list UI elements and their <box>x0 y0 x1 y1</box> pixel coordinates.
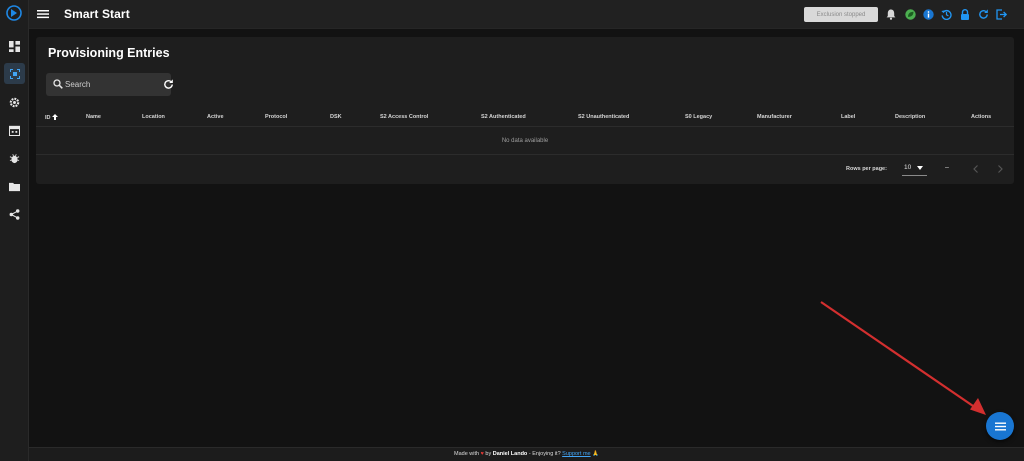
menu-icon[interactable] <box>37 8 49 20</box>
column-header-actions: Actions <box>971 114 992 120</box>
folder-icon <box>9 182 20 192</box>
settings-icon <box>9 97 20 108</box>
empty-table-message: No data available <box>36 128 1014 155</box>
sidebar-item-scheduler[interactable] <box>4 120 25 141</box>
calendar-icon <box>9 125 20 136</box>
page-title: Smart Start <box>64 7 130 21</box>
previous-page-icon[interactable] <box>972 165 979 173</box>
sidebar <box>0 0 29 461</box>
column-header-name[interactable]: Name <box>86 114 101 120</box>
exclusion-stopped-button[interactable]: Exclusion stopped <box>804 7 878 22</box>
column-header-s2-access-control[interactable]: S2 Access Control <box>380 114 428 120</box>
sidebar-item-control-panel[interactable] <box>4 36 25 57</box>
dropdown-arrow-icon <box>917 166 923 170</box>
support-link[interactable]: Support me <box>562 451 590 457</box>
app-logo-icon[interactable] <box>5 4 23 22</box>
sidebar-item-debug[interactable] <box>4 148 25 169</box>
page-footer: Made with ♥ by Daniel Lando - Enjoying i… <box>29 447 1024 461</box>
column-header-location[interactable]: Location <box>142 114 165 120</box>
column-header-s0-legacy[interactable]: S0 Legacy <box>685 114 712 120</box>
share-icon <box>9 209 20 220</box>
column-header-dsk[interactable]: DSK <box>330 114 342 120</box>
history-icon[interactable] <box>940 8 952 20</box>
smart-start-icon <box>9 68 20 79</box>
annotation-arrow-icon <box>820 301 986 415</box>
rows-per-page-select[interactable]: 10 <box>902 162 927 176</box>
sidebar-item-smart-start[interactable] <box>4 63 25 84</box>
column-header-s2-unauthenticated[interactable]: S2 Unauthenticated <box>578 114 629 120</box>
next-page-icon[interactable] <box>997 165 1004 173</box>
rows-per-page-label: Rows per page: <box>846 166 887 172</box>
search-input[interactable] <box>65 78 145 91</box>
sidebar-item-settings[interactable] <box>4 92 25 113</box>
column-header-active[interactable]: Active <box>207 114 224 120</box>
menu-lines-icon <box>994 422 1006 430</box>
leaf-icon[interactable] <box>904 8 916 20</box>
table-pagination: Rows per page: 10 – <box>36 156 1014 184</box>
dashboard-icon <box>9 41 20 52</box>
column-header-description[interactable]: Description <box>895 114 925 120</box>
top-app-bar: Smart Start Exclusion stopped <box>29 0 1024 29</box>
pagination-range: – <box>945 164 949 171</box>
column-header-id[interactable]: ID <box>45 114 59 121</box>
sidebar-item-store[interactable] <box>4 176 25 197</box>
author-name: Daniel Lando <box>492 451 528 457</box>
heart-icon: ♥ <box>480 451 484 457</box>
card-title: Provisioning Entries <box>48 46 170 60</box>
pray-icon: 🙏 <box>592 451 599 457</box>
table-header: ID Name Location Active Protocol DSK S2 … <box>36 109 1014 127</box>
provisioning-card: Provisioning Entries ID Name Location Ac… <box>36 37 1014 184</box>
lock-icon[interactable] <box>959 8 971 20</box>
search-icon <box>53 79 63 89</box>
debug-icon <box>9 154 20 164</box>
refresh-icon[interactable] <box>977 8 989 20</box>
info-icon[interactable] <box>922 8 934 20</box>
bell-icon[interactable] <box>885 8 897 20</box>
sort-ascending-icon <box>52 114 59 120</box>
column-header-protocol[interactable]: Protocol <box>265 114 287 120</box>
speed-dial-button[interactable] <box>986 412 1014 440</box>
refresh-table-icon[interactable] <box>163 79 174 90</box>
logout-icon[interactable] <box>995 8 1007 20</box>
search-field[interactable] <box>46 73 174 96</box>
column-header-s2-authenticated[interactable]: S2 Authenticated <box>481 114 526 120</box>
sidebar-item-network-graph[interactable] <box>4 204 25 225</box>
rows-per-page-value: 10 <box>904 164 912 171</box>
column-header-label[interactable]: Label <box>841 114 855 120</box>
column-header-manufacturer[interactable]: Manufacturer <box>757 114 792 120</box>
